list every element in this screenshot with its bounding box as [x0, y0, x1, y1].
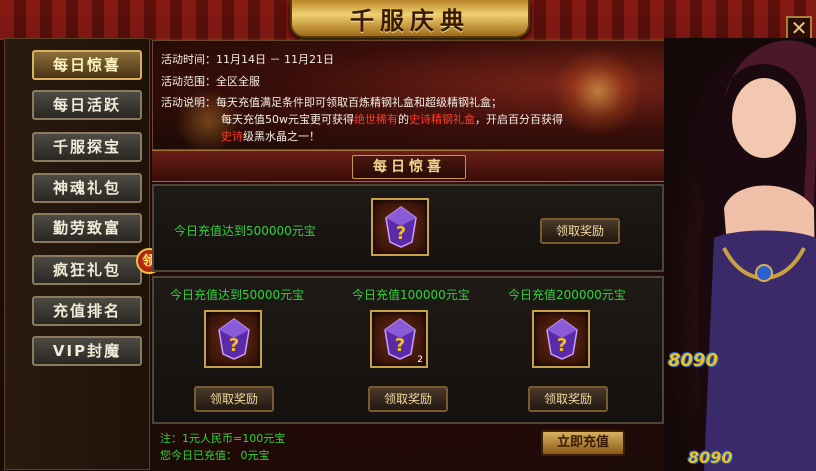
reward-condition: 今日充值100000元宝: [352, 288, 470, 302]
event-scope-value: 全区全服: [216, 75, 260, 88]
firework-decoration: [553, 47, 643, 137]
exchange-note: 注：1元人民币=100元宝: [160, 432, 286, 445]
claim-reward-button[interactable]: 领取奖励: [540, 218, 620, 244]
claim-reward-button[interactable]: 领取奖励: [194, 386, 274, 412]
svg-text:?: ?: [395, 335, 405, 356]
reward-condition: 今日充值达到50000元宝: [170, 288, 305, 302]
recharged-amount: 您今日已充值： 0元宝: [160, 449, 270, 462]
event-scope-label: 活动范围：: [161, 75, 216, 88]
reward-item-slot[interactable]: ?: [371, 198, 429, 256]
brand-logo: 8090: [668, 350, 719, 371]
reward-item-slot[interactable]: ?: [204, 310, 262, 368]
title-plate: 千服庆典: [290, 0, 530, 38]
event-desc-highlight3: 史诗: [221, 130, 243, 143]
purple-gem-question-icon: ?: [385, 206, 417, 248]
event-desc-highlight2: 史诗精钢礼盒: [409, 113, 475, 126]
menu-item-treasure-hunt[interactable]: 千服探宝: [32, 132, 142, 162]
reward-condition: 今日充值200000元宝: [508, 288, 626, 302]
item-count: 2: [417, 355, 423, 365]
menu-item-daily-surprise[interactable]: 每日惊喜: [32, 50, 142, 80]
purple-gem-question-icon: ?: [546, 318, 578, 360]
curtain-left: [0, 0, 300, 40]
menu-item-recharge-rank[interactable]: 充值排名: [32, 296, 142, 326]
reward-box-top: 今日充值达到500000元宝 ? 领取奖励: [152, 184, 664, 272]
menu-item-hardwork[interactable]: 勤劳致富: [32, 213, 142, 243]
reward-item-slot[interactable]: ? 2: [370, 310, 428, 368]
event-time-label: 活动时间：: [161, 53, 216, 66]
claim-reward-button[interactable]: 领取奖励: [528, 386, 608, 412]
event-desc-line2: 每天充值50w元宝更可获得绝世稀有的史诗精钢礼盒，开启百分百获得: [221, 111, 563, 127]
section-header: 每日惊喜: [152, 150, 664, 182]
event-info: 活动时间：11月14日 － 11月21日 活动范围：全区全服 活动说明：每天充值…: [152, 40, 666, 151]
purple-gem-question-icon: ?: [384, 318, 416, 360]
svg-text:?: ?: [557, 335, 567, 356]
reward-condition: 今日充值达到500000元宝: [174, 224, 316, 238]
recharge-now-button[interactable]: 立即充值: [541, 430, 625, 456]
event-desc-text3: 级黑水晶之一！: [243, 130, 320, 143]
menu-item-vip[interactable]: VIP封魔: [32, 336, 142, 366]
character-art: 8090 8090: [664, 38, 816, 471]
menu-item-soul-pack[interactable]: 神魂礼包: [32, 173, 142, 203]
event-desc-text2b: 的: [398, 113, 409, 126]
reward-item-slot[interactable]: ?: [532, 310, 590, 368]
event-desc-line3: 史诗级黑水晶之一！: [221, 128, 320, 144]
reward-box-bottom: 今日充值达到50000元宝 今日充值100000元宝 今日充值200000元宝 …: [152, 276, 664, 424]
event-time: 活动时间：11月14日 － 11月21日: [161, 51, 334, 67]
event-time-value: 11月14日 － 11月21日: [216, 53, 334, 66]
event-desc-text2c: ，开启百分百获得: [475, 113, 563, 126]
purple-gem-question-icon: ?: [218, 318, 250, 360]
event-window: 千服庆典 ✕ 每日惊喜 每日活跃 千服探宝 神魂礼包 勤劳致富 疯狂礼包 充值排…: [0, 0, 816, 471]
window-title: 千服庆典: [350, 5, 470, 35]
event-desc-highlight1: 绝世稀有: [354, 113, 398, 126]
event-desc-label: 活动说明：: [161, 96, 216, 109]
curtain-right: [520, 0, 816, 40]
svg-text:?: ?: [229, 335, 239, 356]
event-desc-line1: 活动说明：每天充值满足条件即可领取百炼精钢礼盒和超级精钢礼盒；: [161, 94, 502, 110]
svg-text:?: ?: [396, 223, 406, 244]
claim-reward-button[interactable]: 领取奖励: [368, 386, 448, 412]
menu-item-daily-active[interactable]: 每日活跃: [32, 90, 142, 120]
menu-item-crazy-pack[interactable]: 疯狂礼包: [32, 255, 142, 285]
section-title: 每日惊喜: [352, 155, 466, 179]
character-illustration: [693, 40, 816, 471]
event-desc-text1: 每天充值满足条件即可领取百炼精钢礼盒和超级精钢礼盒；: [216, 96, 502, 109]
brand-logo: 8090: [688, 448, 733, 467]
event-scope: 活动范围：全区全服: [161, 73, 260, 89]
event-desc-text2a: 每天充值50w元宝更可获得: [221, 113, 354, 126]
